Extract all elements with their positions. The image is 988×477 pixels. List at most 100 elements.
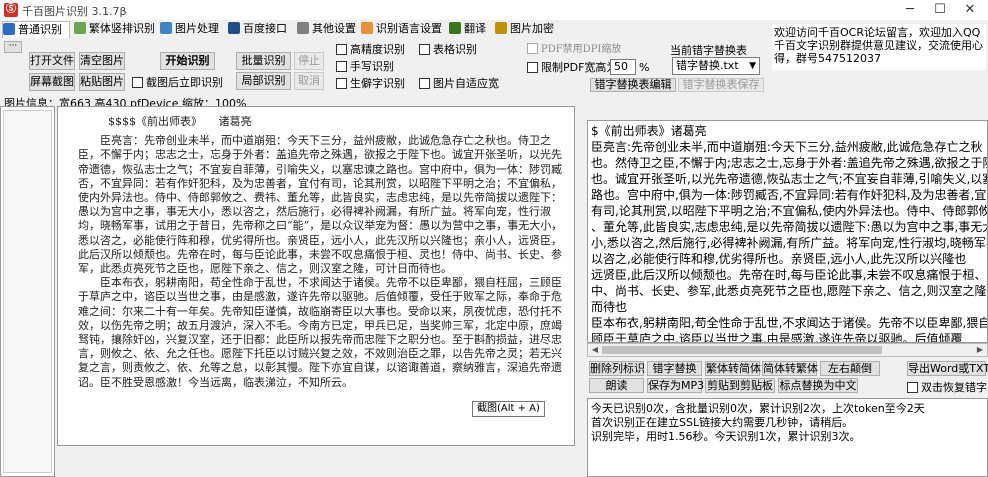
- minimize-button[interactable]: ─: [895, 0, 925, 20]
- cut-to-clipboard-button[interactable]: 剪贴到剪贴板: [705, 378, 775, 393]
- language-icon: [361, 22, 373, 34]
- export-word-button[interactable]: 导出Word或TXT: [907, 361, 988, 376]
- window-title: 千百图片识别 3.1.7β: [22, 5, 127, 18]
- tab-language-settings[interactable]: 识别语言设置: [361, 21, 447, 38]
- screenshot-button[interactable]: 屏幕截图: [29, 73, 75, 91]
- trad-to-simp-button[interactable]: 繁体转简体: [705, 361, 761, 376]
- screenshot-tooltip: 截图(Alt + A): [472, 401, 545, 417]
- typo-table-save-button[interactable]: 错字替换表保存: [678, 78, 764, 92]
- read-aloud-button[interactable]: 朗读: [589, 378, 644, 393]
- result-line: 以咨之,必能使行阵和穆,优劣得所也。亲贤臣,远小人,此先汉所以兴隆也: [591, 252, 967, 266]
- welcome-notice: 欢迎访问千百OCR论坛留言，欢迎加入QQ千百文字识别群提供意见建议，交流使用心得…: [772, 24, 986, 70]
- result-line: 顾臣于草庐之中,谘臣以当世之事,由是感激,遂许先帝以驱驰。后值倾覆: [591, 332, 963, 343]
- tab-label: 百度接口: [243, 22, 287, 35]
- pdf-width-input[interactable]: 50: [610, 59, 636, 75]
- chevron-down-icon: ▼: [749, 61, 756, 71]
- grid-icon: [228, 22, 240, 34]
- simp-to-trad-button[interactable]: 简体转繁体: [762, 361, 818, 376]
- checkbox-label: 生僻字识别: [350, 77, 405, 90]
- auto-fit-width-checkbox[interactable]: 图片自适应宽: [419, 77, 499, 91]
- tab-label: 繁体竖排识别: [89, 22, 155, 35]
- tab-image-processing[interactable]: 图片处理: [160, 21, 228, 38]
- scroll-right-icon[interactable]: ▶: [973, 344, 987, 356]
- typo-replace-button[interactable]: 错字替换: [647, 361, 702, 376]
- checkbox-box: [336, 61, 347, 72]
- tab-translate[interactable]: 翻译: [449, 21, 495, 38]
- tab-label: 图片处理: [175, 22, 219, 35]
- checkbox-label: 图片自适应宽: [433, 77, 499, 90]
- result-horizontal-scrollbar[interactable]: ◀ ▶: [587, 343, 988, 357]
- close-button[interactable]: ✕: [955, 0, 985, 20]
- clear-image-button[interactable]: 清空图片: [79, 52, 125, 70]
- tab-baidu-api[interactable]: 百度接口: [228, 21, 296, 38]
- batch-recognize-button[interactable]: 批量识别: [236, 52, 291, 70]
- punct-to-chinese-button[interactable]: 标点替换为中文: [778, 378, 858, 393]
- pdf-dpi-scale-checkbox[interactable]: PDF禁用DPI缩放: [527, 43, 621, 57]
- log-line: 今天已识别0次，含批量识别0次，累计识别2次，上次token至今2天: [591, 402, 925, 415]
- result-text[interactable]: $《前出师表》诸葛亮 臣亮言:先帝创业未半,而中道崩殂:今天下三分,益州疲敝,此…: [591, 123, 988, 343]
- rare-chars-checkbox[interactable]: 生僻字识别: [336, 77, 405, 91]
- typo-table-select[interactable]: 错字替换.txt ▼: [672, 57, 760, 75]
- open-file-button[interactable]: 打开文件: [29, 52, 75, 70]
- start-recognize-button[interactable]: 开始识别: [160, 52, 215, 70]
- scrollbar-thumb[interactable]: [602, 346, 882, 354]
- thumbnail-list[interactable]: [3, 110, 52, 473]
- checkbox-label: PDF禁用DPI缩放: [541, 44, 622, 55]
- translate-icon: [449, 22, 461, 34]
- tab-label: 识别语言设置: [376, 22, 442, 35]
- tab-other-settings[interactable]: 其他设置: [297, 21, 359, 38]
- checkbox-label: 限制PDF宽高为: [541, 61, 618, 74]
- high-precision-checkbox[interactable]: 高精度识别: [336, 43, 405, 57]
- tab-label: 翻译: [464, 22, 486, 35]
- tab-image-encrypt[interactable]: 图片加密: [495, 21, 561, 38]
- log-textbox[interactable]: 今天已识别0次，含批量识别0次，累计识别2次，上次token至今2天 首次识别正…: [587, 398, 988, 477]
- image-panel-footer: [57, 447, 575, 477]
- checkbox-box: [336, 44, 347, 55]
- document-title: $$$$《前出师表》 诸葛亮: [108, 115, 252, 128]
- typo-table-edit-button[interactable]: 错字替换表编辑: [590, 78, 676, 92]
- checkbox-box: [419, 44, 430, 55]
- limit-pdf-width-checkbox[interactable]: 限制PDF宽高为: [527, 61, 617, 75]
- checkbox-label: 高精度识别: [350, 43, 405, 56]
- checkbox-box: [419, 78, 430, 89]
- checkbox-label: 截图后立即识别: [146, 76, 223, 89]
- app-logo-icon: Ⓢ: [4, 3, 18, 17]
- typo-table-label: 当前错字替换表: [670, 44, 747, 57]
- tab-label: 图片加密: [510, 22, 554, 35]
- image-icon: [160, 22, 172, 34]
- document-icon: [3, 23, 15, 35]
- result-line: 而待也: [591, 300, 628, 314]
- tab-label: 普通识别: [18, 23, 62, 36]
- result-line: 中、尚书、长史、参军,此悉贞亮死节之臣也,愿陛下亲之、信之,则汉室之隆: [591, 284, 987, 298]
- local-recognize-button[interactable]: 局部识别: [236, 72, 291, 90]
- document-paragraph: 臣亮言：先帝创业未半，而中道崩殂：今天下三分，益州疲敝，此诚危急存亡之秋也。侍卫…: [78, 134, 563, 276]
- result-line: 臣亮言:先帝创业未半,而中道崩殂:今天下三分,益州疲敝,此诚危急存亡之秋: [591, 140, 983, 154]
- save-mp3-button[interactable]: 保存为MP3: [647, 378, 704, 393]
- table-recognize-checkbox[interactable]: 表格识别: [419, 43, 477, 57]
- checkbox-box: [132, 77, 143, 88]
- stop-button[interactable]: 停止: [294, 52, 324, 70]
- result-line: 小,悉以咨之,然后施行,必得裨补阙漏,有所广益。将军向宠,性行淑均,晓畅军事: [591, 236, 988, 250]
- log-line: 首次识别正在建立SSL链接大约需要几秒钟，请稍后。: [591, 416, 854, 429]
- tab-normal-ocr[interactable]: 普通识别: [2, 21, 70, 38]
- checkbox-label: 双击恢复错字: [921, 381, 987, 394]
- image-preview[interactable]: $$$$《前出师表》 诸葛亮 臣亮言：先帝创业未半，而中道崩殂：今天下三分，益州…: [57, 106, 575, 446]
- result-textbox[interactable]: $《前出师表》诸葛亮 臣亮言:先帝创业未半,而中道崩殂:今天下三分,益州疲敝,此…: [587, 120, 988, 343]
- maximize-button[interactable]: ☐: [925, 0, 955, 20]
- checkbox-box: [336, 78, 347, 89]
- result-line: 有司,论其刑赏,以昭陛下平明之治;不宜偏私,使内外异法也。侍中、侍郎郭攸之、费祎: [591, 204, 987, 218]
- tab-traditional-vertical[interactable]: 繁体竖排识别: [74, 21, 158, 38]
- more-options-button[interactable]: ···: [4, 41, 22, 53]
- result-line: 远贤臣,此后汉所以倾颓也。先帝在时,每与臣论此事,未尝不叹息痛恨于桓、灵也: [591, 268, 988, 282]
- handwriting-checkbox[interactable]: 手写识别: [336, 60, 394, 74]
- cancel-button[interactable]: 取消: [294, 72, 324, 90]
- recognize-after-capture-checkbox[interactable]: 截图后立即识别: [132, 76, 223, 90]
- select-value: 错字替换.txt: [676, 59, 739, 72]
- lock-icon: [495, 22, 507, 34]
- delete-newlines-button[interactable]: 删除列标识: [589, 361, 645, 376]
- settings-icon: [297, 22, 309, 34]
- double-click-restore-checkbox[interactable]: 双击恢复错字: [907, 381, 987, 395]
- swap-left-right-button[interactable]: 左右颠倒: [820, 361, 880, 376]
- paste-image-button[interactable]: 粘贴图片: [79, 73, 125, 91]
- scroll-left-icon[interactable]: ◀: [588, 344, 602, 356]
